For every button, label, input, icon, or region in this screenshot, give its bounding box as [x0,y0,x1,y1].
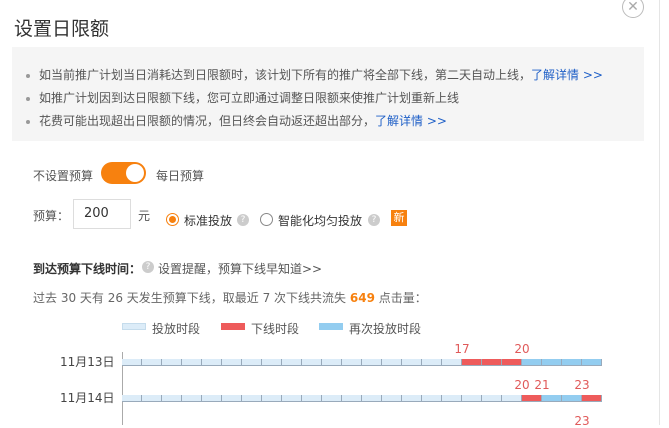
daily-budget-label: 每日预算 [156,169,205,183]
notice-box: 如当前推广计划当日消耗达到日限额时，该计划下所有的推广将全部下线，第二天自动上线… [12,47,644,141]
offline-time-label: 到达预算下线时间： [33,262,142,276]
notice-text: 如推广计划因到达日限额下线，您可立即通过调整日限额来使推广计划重新上线 [39,91,460,105]
hour-label: 23 [574,414,590,428]
standard-label[interactable]: 标准投放 [184,212,232,229]
close-icon[interactable]: ✕ [622,0,644,18]
legend-label: 投放时段 [152,322,201,336]
notice-item: 如当前推广计划当日消耗达到日限额时，该计划下所有的推广将全部下线，第二天自动上线… [26,66,603,83]
no-budget-label: 不设置预算 [33,169,94,183]
help-icon[interactable]: ? [142,261,154,273]
budget-unit: 元 [138,209,151,223]
legend-label: 再次投放时段 [349,322,422,336]
row-baseline [122,401,602,402]
budget-toggle[interactable] [101,162,146,184]
row-baseline [122,365,602,366]
summary-part: 过去 30 天有 26 天发生预算下线，取最近 7 次下线共流失 [33,291,347,305]
standard-radio[interactable] [166,213,179,226]
learn-more-link[interactable]: 了解详情 >> [375,114,447,128]
notice-text: 如当前推广计划当日消耗达到日限额时，该计划下所有的推广将全部下线，第二天自动上线… [39,68,532,82]
new-badge: 新 [391,210,407,226]
learn-more-link[interactable]: 了解详情 >> [531,68,603,82]
notice-text: 花费可能出现超出日限额的情况，但日终会自动返还超出部分， [39,114,376,128]
summary-part: 点击量： [378,291,427,305]
notice-item: 如推广计划因到达日限额下线，您可立即通过调整日限额来使推广计划重新上线 [26,89,459,106]
row-date: 11月14日 [60,391,115,405]
lost-clicks: 649 [349,291,375,305]
budget-label: 预算： [33,209,70,223]
hour-label: 20 [514,342,530,356]
summary-text: 过去 30 天有 26 天发生预算下线，取最近 7 次下线共流失 649 点击量… [33,289,427,306]
row-date: 11月13日 [60,355,115,369]
legend-swatch-normal [122,323,146,330]
legend-label: 下线时段 [251,322,300,336]
hour-label: 23 [574,378,590,392]
hour-label: 21 [534,378,550,392]
notice-item: 花费可能出现超出日限额的情况，但日终会自动返还超出部分，了解详情 >> [26,112,447,129]
smooth-label[interactable]: 智能化均匀投放 [278,212,362,229]
help-icon[interactable]: ? [237,214,249,226]
budget-input[interactable]: 200 [73,199,131,229]
set-reminder-link[interactable]: 设置提醒，预算下线早知道>> [158,260,322,277]
help-icon[interactable]: ? [368,214,380,226]
legend-swatch-offline [221,323,245,330]
hour-label: 17 [454,342,470,356]
dialog-title: 设置日限额 [14,18,110,40]
smooth-radio[interactable] [260,213,273,226]
legend-swatch-resume [319,323,343,330]
divider [659,0,660,425]
